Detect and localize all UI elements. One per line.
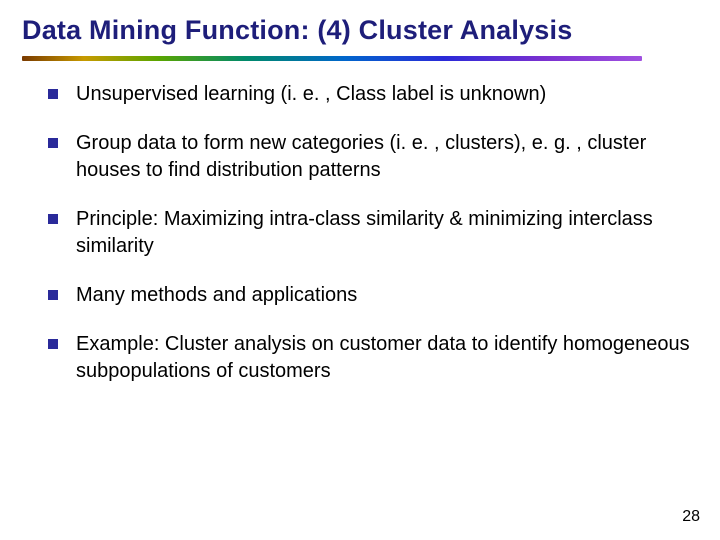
list-item: Unsupervised learning (i. e. , Class lab… — [48, 81, 698, 108]
square-bullet-icon — [48, 138, 58, 148]
bullet-text: Unsupervised learning (i. e. , Class lab… — [76, 83, 546, 105]
bullet-text: Example: Cluster analysis on customer da… — [76, 333, 690, 382]
bullet-text: Principle: Maximizing intra-class simila… — [76, 208, 653, 257]
bullet-text: Group data to form new categories (i. e.… — [76, 132, 646, 181]
bullet-list: Unsupervised learning (i. e. , Class lab… — [22, 81, 698, 385]
list-item: Principle: Maximizing intra-class simila… — [48, 206, 698, 260]
bullet-text: Many methods and applications — [76, 284, 357, 306]
gradient-rule — [22, 56, 642, 61]
list-item: Many methods and applications — [48, 282, 698, 309]
page-number: 28 — [682, 508, 700, 526]
list-item: Example: Cluster analysis on customer da… — [48, 331, 698, 385]
slide-title: Data Mining Function: (4) Cluster Analys… — [22, 14, 698, 46]
slide: Data Mining Function: (4) Cluster Analys… — [0, 0, 720, 540]
square-bullet-icon — [48, 290, 58, 300]
square-bullet-icon — [48, 214, 58, 224]
list-item: Group data to form new categories (i. e.… — [48, 130, 698, 184]
square-bullet-icon — [48, 339, 58, 349]
square-bullet-icon — [48, 89, 58, 99]
